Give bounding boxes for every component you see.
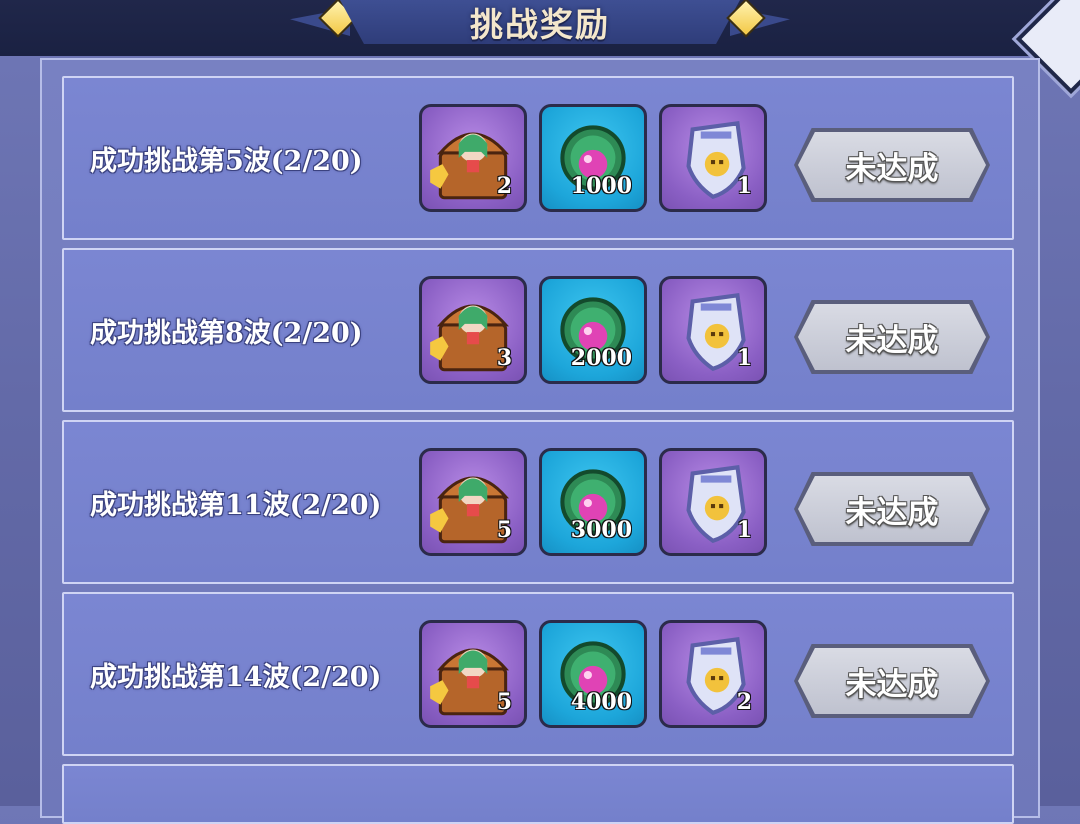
reward-slot-gem[interactable]: 1000: [539, 104, 647, 212]
claim-status-button[interactable]: 未达成: [794, 128, 990, 202]
reward-slot-badge[interactable]: 1: [659, 276, 767, 384]
reward-quantity: 5: [496, 517, 512, 543]
reward-slot-chest[interactable]: 2: [419, 104, 527, 212]
reward-quantity: 3000: [570, 517, 632, 543]
top-bar: 挑战奖励: [0, 0, 1080, 95]
reward-row: 成功挑战第8波(2/20) 3 2000 1 未达成: [62, 248, 1014, 412]
reward-quantity: 2000: [570, 345, 632, 371]
reward-slot-gem[interactable]: 2000: [539, 276, 647, 384]
status-label: 未达成: [845, 322, 939, 359]
reward-slot-badge[interactable]: 1: [659, 448, 767, 556]
reward-slot-chest[interactable]: 5: [419, 448, 527, 556]
reward-quantity: 1: [736, 173, 752, 199]
row-title: 成功挑战第5波(2/20): [90, 145, 363, 177]
reward-slot-gem[interactable]: 4000: [539, 620, 647, 728]
reward-quantity: 4000: [570, 689, 632, 715]
reward-quantity: 1: [736, 345, 752, 371]
title-plate: 挑战奖励: [340, 0, 740, 44]
status-label: 未达成: [845, 150, 939, 187]
reward-slot-chest[interactable]: 5: [419, 620, 527, 728]
reward-slot-chest[interactable]: 3: [419, 276, 527, 384]
claim-status-button[interactable]: 未达成: [794, 644, 990, 718]
reward-row: 成功挑战第14波(2/20) 5 4000 2 未达成: [62, 592, 1014, 756]
reward-row-partial: [62, 764, 1014, 824]
claim-status-button[interactable]: 未达成: [794, 472, 990, 546]
reward-quantity: 3: [496, 345, 512, 371]
reward-slot-badge[interactable]: 2: [659, 620, 767, 728]
status-label: 未达成: [845, 666, 939, 703]
row-title: 成功挑战第11波(2/20): [90, 489, 382, 521]
reward-row: 成功挑战第11波(2/20) 5 3000 1 未达成: [62, 420, 1014, 584]
page-title: 挑战奖励: [470, 5, 610, 44]
reward-row: 成功挑战第5波(2/20) 2 1000 1 未达成: [62, 76, 1014, 240]
reward-slot-gem[interactable]: 3000: [539, 448, 647, 556]
row-title: 成功挑战第14波(2/20): [90, 661, 382, 693]
reward-quantity: 2: [736, 689, 752, 715]
reward-slot-badge[interactable]: 1: [659, 104, 767, 212]
reward-quantity: 5: [496, 689, 512, 715]
reward-quantity: 1: [736, 517, 752, 543]
status-label: 未达成: [845, 494, 939, 531]
row-title: 成功挑战第8波(2/20): [90, 317, 363, 349]
reward-quantity: 2: [496, 173, 512, 199]
claim-status-button[interactable]: 未达成: [794, 300, 990, 374]
reward-quantity: 1000: [570, 173, 632, 199]
